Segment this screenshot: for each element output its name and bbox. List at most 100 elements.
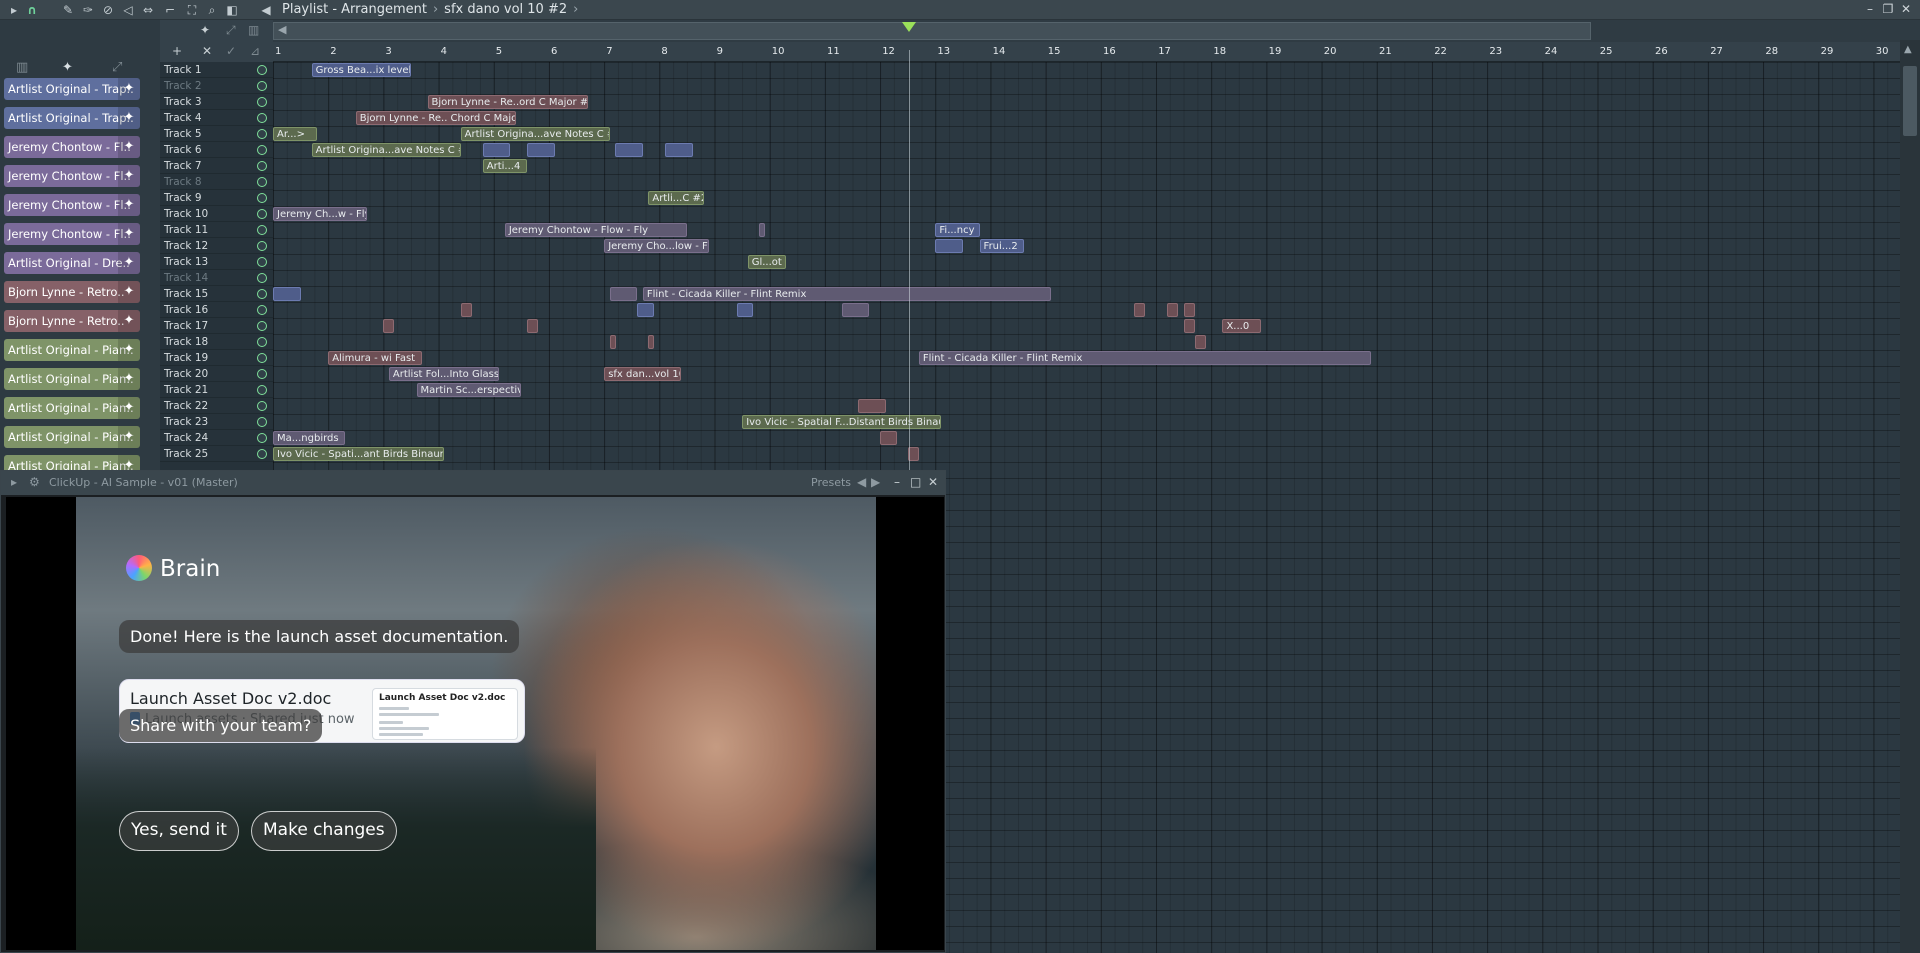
track-mute-icon[interactable] [257,257,267,267]
plugin-menu-arrow-icon[interactable]: ▸ [11,475,17,489]
playlist-clip[interactable]: Jeremy Cho...low - Fly [604,239,710,253]
channel-button[interactable]: Artlist Original - Dre.. ✦ [4,252,140,274]
playlist-clip[interactable]: Martin Sc...erspective [416,383,522,397]
channel-button[interactable]: Artlist Original - Trap.. ✦ [4,78,140,100]
check-icon[interactable]: ✓ [226,44,236,58]
gear-icon[interactable]: ⚙ [29,475,40,489]
maximize-icon[interactable]: □ [910,475,921,489]
scroll-up-icon[interactable]: ▲ [1904,44,1912,55]
track-mute-icon[interactable] [257,449,267,459]
track-header[interactable]: Track 25 [160,446,273,462]
track-mute-icon[interactable] [257,113,267,123]
track-mute-icon[interactable] [257,417,267,427]
track-header[interactable]: Track 17 [160,318,273,334]
channel-button[interactable]: Artlist Original - Trap.. ✦ [4,107,140,129]
channel-button[interactable]: Jeremy Chontow - Fl.. ✦ [4,194,140,216]
track-header[interactable]: Track 18 [160,334,273,350]
playlist-clip[interactable] [383,319,395,333]
track-mute-icon[interactable] [257,129,267,139]
track-mute-icon[interactable] [257,145,267,155]
playlist-clip[interactable] [1194,335,1206,349]
track-mute-icon[interactable] [257,353,267,363]
playlist-clip[interactable] [648,335,655,349]
playlist-clip[interactable] [758,223,765,237]
track-mute-icon[interactable] [257,401,267,411]
zoom-icon[interactable]: ⌕ [204,2,220,18]
add-icon[interactable]: + [172,44,182,58]
menu-arrow-icon[interactable]: ▸ [6,2,22,18]
yes-send-button[interactable]: Yes, send it [119,811,239,851]
track-header[interactable]: Track 3 [160,94,273,110]
audio-clip-icon[interactable]: ✦ [62,60,73,75]
playlist-clip[interactable]: Gl...ot [747,255,787,269]
track-header[interactable]: Track 15 [160,286,273,302]
track-mute-icon[interactable] [257,321,267,331]
track-header[interactable]: Track 6 [160,142,273,158]
playlist-clip[interactable]: Flint - Cicada Killer - Flint Remix [918,351,1372,365]
track-mute-icon[interactable] [257,289,267,299]
delete-icon[interactable]: ⊘ [100,2,116,18]
track-mute-icon[interactable] [257,161,267,171]
channel-button[interactable]: Artlist Original - Pian.. ✦ [4,426,140,448]
close-icon[interactable]: ✕ [202,44,212,58]
track-mute-icon[interactable] [257,385,267,395]
channel-button[interactable]: Bjorn Lynne - Retro.. ✦ [4,281,140,303]
playlist-clip[interactable]: Fi...ncy [935,223,980,237]
track-header[interactable]: Track 21 [160,382,273,398]
playlist-clip[interactable]: Alimura - wi Fast [328,351,423,365]
track-mute-icon[interactable] [257,209,267,219]
playlist-clip[interactable]: Artlist Fol...Into Glass [388,367,500,381]
playlist-clip[interactable] [637,303,654,317]
playlist-clip[interactable]: X...0 [1222,319,1262,333]
playlist-clip[interactable]: Bjorn Lynne - Re..ord C Major #2 [427,95,588,109]
playlist-clip[interactable] [1183,319,1195,333]
link-icon[interactable]: ⤢ [226,23,236,38]
minimize-icon[interactable]: – [894,475,900,489]
playlist-clip[interactable]: Jeremy Ch...w - Fly [273,207,367,221]
channel-button[interactable]: Artlist Original - Pian.. ✦ [4,339,140,361]
playlist-clip[interactable] [615,143,643,157]
select-icon[interactable]: ⛶ [184,2,200,18]
close-icon[interactable]: ✕ [928,475,938,489]
track-header[interactable]: Track 19 [160,350,273,366]
playlist-clip[interactable] [1167,303,1179,317]
channel-button[interactable]: Artlist Original - Pian.. ✦ [4,368,140,390]
magnet-icon[interactable]: ∩ [24,2,40,18]
track-header[interactable]: Track 20 [160,366,273,382]
track-mute-icon[interactable] [257,225,267,235]
playlist-clip[interactable]: Ar...> [273,127,318,141]
close-icon[interactable]: ✕ [1898,2,1914,16]
track-mute-icon[interactable] [257,241,267,251]
plugin-titlebar[interactable]: ▸ ⚙ ClickUp - AI Sample - v01 (Master) P… [1,471,945,495]
arrange-icon[interactable]: ⊿ [250,44,260,58]
playlist-clip[interactable] [664,143,693,157]
channel-button[interactable]: Artlist Original - Pian.. ✦ [4,397,140,419]
minimize-icon[interactable]: – [1862,2,1878,16]
track-header[interactable]: Track 8 [160,174,273,190]
playlist-clip[interactable] [609,287,638,301]
track-mute-icon[interactable] [257,369,267,379]
prev-preset-icon[interactable]: ◀ [857,475,866,489]
playlist-clip[interactable] [1183,303,1195,317]
track-header[interactable]: Track 1 [160,62,273,78]
track-header[interactable]: Track 2 [160,78,273,94]
track-header[interactable]: Track 12 [160,238,273,254]
track-header[interactable]: Track 16 [160,302,273,318]
playlist-clip[interactable] [482,143,511,157]
next-preset-icon[interactable]: ▶ [871,475,880,489]
track-mute-icon[interactable] [257,81,267,91]
playlist-clip[interactable] [1134,303,1146,317]
playlist-clip[interactable]: Arti...4 [482,159,527,173]
track-header[interactable]: Track 14 [160,270,273,286]
scroll-left-icon[interactable]: ◀ [278,23,286,36]
vertical-scrollbar[interactable]: ▲ [1900,40,1920,953]
playlist-clip[interactable] [526,319,538,333]
playlist-clip[interactable] [526,143,555,157]
playlist-clip[interactable] [880,431,897,445]
playlist-clip[interactable] [841,303,870,317]
track-mute-icon[interactable] [257,433,267,443]
channel-button[interactable]: Jeremy Chontow - Fl.. ✦ [4,136,140,158]
playlist-clip[interactable] [935,239,963,253]
speaker-icon[interactable]: ◀ [258,2,274,18]
playlist-clip[interactable] [609,335,616,349]
